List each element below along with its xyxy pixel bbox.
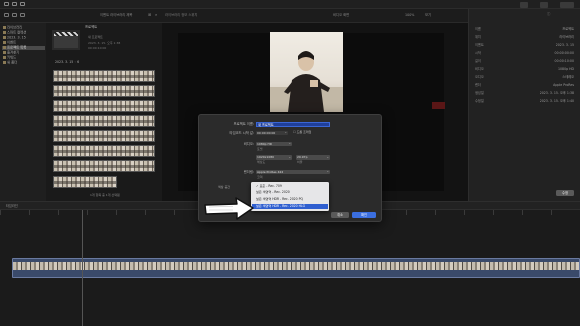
inspector-value: 2023. 3. 15. 오후 1:40 [539, 99, 574, 103]
color-space-option[interactable]: ✓ 표준 - Rec. 709 [252, 184, 328, 189]
dropframe-checkbox[interactable]: ☐ 드롭 프레임 [293, 131, 311, 134]
top-toolbar [0, 0, 580, 9]
clip-filmstrip[interactable] [53, 70, 155, 82]
inspector-label: 위치 [475, 35, 481, 39]
folder-icon [3, 51, 6, 54]
project-date: 2023. 3. 15. 오후 1:38 [88, 41, 121, 45]
search-icon[interactable]: ⌕ [155, 13, 157, 17]
color-space-option-selected[interactable]: 넓은 색영역 HDR - Rec. 2020 HLG [252, 203, 328, 209]
project-duration: 00:00:10:00 [88, 46, 107, 50]
project-subtitle: 새 프로젝트 [88, 35, 103, 39]
effects-icon[interactable] [20, 13, 25, 17]
color-space-option[interactable]: 넓은 색영역 HDR - Rec. 2020 PQ [252, 197, 328, 202]
annotation-arrow-icon [204, 197, 254, 220]
inspector-label: 오디오 [475, 75, 484, 79]
video-frame [270, 32, 343, 112]
folder-icon [3, 46, 6, 49]
project-name-label: 프로젝트 이름: [233, 122, 254, 126]
codec-select[interactable]: Apple ProRes 422 [256, 169, 330, 174]
inspector-value: 00:00:10:00 [554, 59, 574, 63]
start-timecode-input[interactable]: 00:00:00:00 [256, 130, 288, 135]
rate-select[interactable]: 29.97p [296, 155, 330, 160]
sidebar-item-folder[interactable]: 새 폴더 [3, 61, 17, 65]
inspector-value: 2023. 3. 15 [555, 43, 574, 47]
browser-footer: 1개 항목 중 1개 선택됨 [90, 193, 120, 197]
format-caption: 포맷 [257, 147, 263, 151]
group-label: 2023. 3. 15 ◦ 6 [55, 60, 80, 64]
inspector-tab[interactable]: ⓘ [547, 12, 550, 16]
inspector-label: 비디오 [475, 67, 484, 71]
inspector-value: 2023. 3. 15. 오후 1:38 [539, 91, 574, 95]
clip-filmstrip[interactable] [53, 176, 117, 188]
clip-filmstrip[interactable] [53, 145, 155, 157]
resolution-caption: 해상도 [257, 160, 266, 164]
inspector-value: 프로젝트 [562, 27, 574, 31]
import-button[interactable] [520, 1, 528, 8]
inspector-label: 이벤트 [475, 43, 484, 47]
inspector-value: 00:00:00:00 [554, 51, 574, 55]
clip-filmstrip[interactable] [53, 115, 155, 127]
inspector-value: 라이브러리 [559, 35, 574, 39]
clapper-body [54, 36, 78, 48]
resolution-select[interactable]: 1920x1080 [256, 155, 292, 160]
codec-caption: 코덱 [257, 175, 263, 179]
overlay-marker [432, 102, 445, 109]
ok-button[interactable]: 확인 [352, 212, 376, 218]
titles-icon[interactable] [20, 2, 25, 6]
viewer-title: 비디오 화면 [333, 13, 350, 17]
filter-icon[interactable]: ⊞ [148, 13, 151, 17]
photos-icon[interactable] [12, 2, 17, 6]
cancel-button[interactable]: 취소 [331, 212, 349, 218]
clip-filmstrip[interactable] [53, 85, 155, 97]
library-info-label: 라이브러리 정보 스위치 [165, 13, 198, 17]
inspector-label: 수정일 [475, 99, 484, 103]
rate-caption: 비율 [297, 160, 303, 164]
color-space-dropdown: ✓ 표준 - Rec. 709 넓은 색영역 - Rec. 2020 넓은 색영… [251, 182, 329, 211]
video-format-select[interactable]: 1080p HD [256, 141, 292, 146]
color-space-label: 색상 공간 [218, 185, 230, 189]
inspector-label: 생성일 [475, 91, 484, 95]
video-label: 비디오: [243, 142, 254, 146]
modify-button[interactable]: 수정 [556, 190, 574, 196]
share-button[interactable] [560, 1, 574, 8]
folder-icon [3, 31, 6, 34]
inspector-label: 시작 [475, 51, 481, 55]
folder-icon [3, 26, 6, 29]
folder-icon [3, 41, 6, 44]
playhead[interactable] [82, 210, 83, 326]
inspector-label: 길이 [475, 59, 481, 63]
render-label: 렌더링: [243, 170, 254, 174]
folder-icon [3, 36, 6, 39]
start-timecode-label: 타임코드 시작 값: [229, 131, 254, 135]
inspector-value: Apple ProRes [553, 83, 574, 87]
clip-filmstrip[interactable] [53, 130, 155, 142]
timeline-clip-filmstrip [13, 262, 579, 270]
zoom-level[interactable]: 100% [405, 13, 414, 17]
inspector-value: 1080p HD [558, 67, 574, 71]
person-image [270, 51, 343, 112]
color-space-option[interactable]: 넓은 색영역 - Rec. 2020 [252, 190, 328, 195]
keyword-button[interactable] [540, 1, 548, 8]
inspector-label: 렌더 [475, 83, 481, 87]
library-icon[interactable] [4, 2, 9, 6]
clip-filmstrip[interactable] [53, 100, 155, 112]
project-thumbnail[interactable] [52, 30, 80, 50]
browser-title: 이벤트 라이브러리 제목 [100, 13, 133, 17]
media-icon[interactable] [12, 13, 17, 17]
clip-filmstrip[interactable] [53, 160, 155, 172]
folder-icon [3, 56, 6, 59]
timeline-label: 타임라인 [6, 204, 18, 208]
inspector-value: 스테레오 [562, 75, 574, 79]
view-menu[interactable]: 보기 [425, 13, 431, 17]
project-title: 프로젝트 [85, 25, 98, 29]
sidebar-toggle-icon[interactable] [4, 13, 9, 17]
inspector-label: 이름 [475, 27, 481, 31]
folder-icon [3, 61, 6, 64]
project-name-input[interactable]: 새 프로젝트 [256, 121, 330, 127]
